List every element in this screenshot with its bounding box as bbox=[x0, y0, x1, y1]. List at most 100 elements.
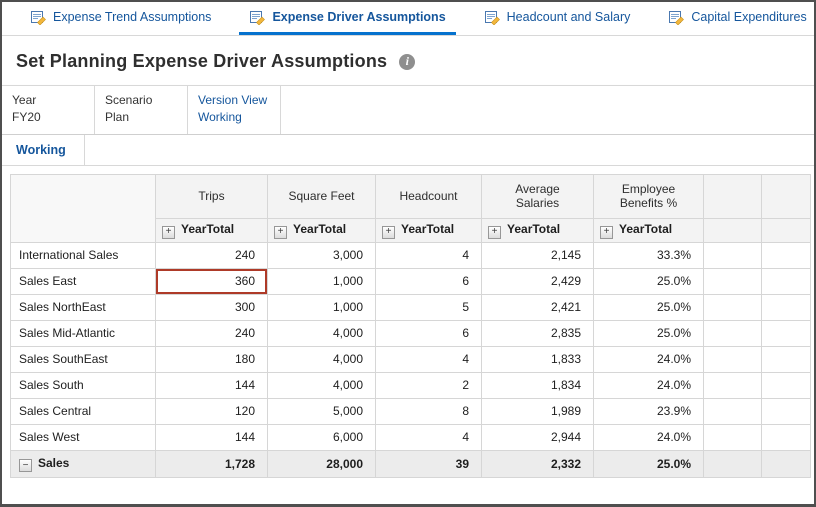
data-cell[interactable]: 8 bbox=[375, 397, 482, 425]
row-header[interactable]: Sales West bbox=[10, 423, 156, 451]
pov-member-value[interactable]: Working bbox=[198, 109, 268, 126]
data-cell[interactable]: 6,000 bbox=[267, 423, 376, 451]
data-cell[interactable]: 1,833 bbox=[481, 345, 594, 373]
subtab-working[interactable]: Working bbox=[2, 134, 85, 165]
data-cell[interactable]: 2 bbox=[375, 371, 482, 399]
table-row: Sales SouthEast 180 4,000 4 1,833 24.0% bbox=[10, 345, 811, 373]
period-header[interactable]: + YearTotal bbox=[481, 217, 594, 243]
data-cell[interactable]: 4,000 bbox=[267, 345, 376, 373]
column-header[interactable]: Average Salaries bbox=[481, 173, 594, 219]
data-cell[interactable]: 1,834 bbox=[481, 371, 594, 399]
data-cell[interactable]: 6 bbox=[375, 319, 482, 347]
data-cell[interactable]: 5 bbox=[375, 293, 482, 321]
data-cell[interactable]: 5,000 bbox=[267, 397, 376, 425]
total-cell[interactable]: 1,728 bbox=[155, 449, 268, 479]
total-cell-empty bbox=[703, 449, 762, 479]
data-cell[interactable]: 144 bbox=[155, 371, 268, 399]
total-cell[interactable]: 25.0% bbox=[593, 449, 704, 479]
period-header[interactable]: + YearTotal bbox=[593, 217, 704, 243]
row-header[interactable]: International Sales bbox=[10, 241, 156, 269]
data-cell[interactable]: 24.0% bbox=[593, 423, 704, 451]
data-cell[interactable]: 24.0% bbox=[593, 345, 704, 373]
info-icon[interactable]: i bbox=[399, 53, 416, 70]
data-cell[interactable]: 25.0% bbox=[593, 267, 704, 295]
data-cell[interactable]: 144 bbox=[155, 423, 268, 451]
row-header[interactable]: Sales NorthEast bbox=[10, 293, 156, 321]
data-cell[interactable]: 25.0% bbox=[593, 319, 704, 347]
data-cell[interactable]: 180 bbox=[155, 345, 268, 373]
data-cell[interactable]: 2,145 bbox=[481, 241, 594, 269]
empty-cell bbox=[761, 423, 811, 451]
empty-cell bbox=[761, 319, 811, 347]
tab-label: Capital Expenditures bbox=[691, 10, 807, 24]
column-header-row: Trips Square Feet Headcount Average Sala… bbox=[10, 173, 811, 243]
tab-headcount-and-salary[interactable]: Headcount and Salary bbox=[474, 2, 641, 35]
title-row: Set Planning Expense Driver Assumptions … bbox=[2, 36, 814, 85]
total-cell[interactable]: 39 bbox=[375, 449, 482, 479]
total-cell[interactable]: 2,332 bbox=[481, 449, 594, 479]
data-cell[interactable]: 4,000 bbox=[267, 319, 376, 347]
expand-icon[interactable]: + bbox=[382, 225, 395, 239]
column-header[interactable]: Headcount bbox=[375, 173, 482, 219]
data-cell[interactable]: 300 bbox=[155, 293, 268, 321]
data-cell[interactable]: 240 bbox=[155, 319, 268, 347]
data-cell[interactable]: 2,421 bbox=[481, 293, 594, 321]
data-cell[interactable]: 2,835 bbox=[481, 319, 594, 347]
tab-expense-trend-assumptions[interactable]: Expense Trend Assumptions bbox=[20, 2, 221, 35]
pov-dimension-label[interactable]: Version View bbox=[198, 92, 268, 109]
period-header-empty bbox=[703, 217, 762, 243]
period-header[interactable]: + YearTotal bbox=[375, 217, 482, 243]
data-cell[interactable]: 4 bbox=[375, 241, 482, 269]
data-cell[interactable]: 6 bbox=[375, 267, 482, 295]
column-header-empty bbox=[761, 173, 811, 219]
pov-member-value: FY20 bbox=[12, 110, 41, 125]
empty-cell bbox=[703, 423, 762, 451]
grid-container: Trips Square Feet Headcount Average Sala… bbox=[10, 173, 811, 479]
row-header[interactable]: Sales Mid-Atlantic bbox=[10, 319, 156, 347]
grid-data-rows: International Sales 240 3,000 4 2,145 33.3% Sa… bbox=[10, 241, 811, 451]
data-cell[interactable]: 4 bbox=[375, 423, 482, 451]
app-window: Expense Trend Assumptions Expense Driver… bbox=[0, 0, 816, 507]
data-cell[interactable]: 240 bbox=[155, 241, 268, 269]
data-cell[interactable]: 25.0% bbox=[593, 293, 704, 321]
pov-year: Year FY20 bbox=[2, 86, 95, 134]
data-cell[interactable]: 1,989 bbox=[481, 397, 594, 425]
period-header[interactable]: + YearTotal bbox=[267, 217, 376, 243]
pov-version-view[interactable]: Version View Working bbox=[188, 86, 281, 134]
page-title: Set Planning Expense Driver Assumptions bbox=[16, 51, 388, 71]
data-cell[interactable]: 4,000 bbox=[267, 371, 376, 399]
selected-data-cell[interactable]: 360 bbox=[155, 267, 268, 295]
pov-dimension-label: Scenario bbox=[105, 93, 153, 107]
column-header[interactable]: Trips bbox=[155, 173, 268, 219]
row-header[interactable]: Sales Central bbox=[10, 397, 156, 425]
data-cell[interactable]: 24.0% bbox=[593, 371, 704, 399]
data-cell[interactable]: 4 bbox=[375, 345, 482, 373]
data-cell[interactable]: 2,429 bbox=[481, 267, 594, 295]
data-cell[interactable]: 33.3% bbox=[593, 241, 704, 269]
expand-icon[interactable]: + bbox=[600, 225, 613, 239]
total-row-header[interactable]: − Sales bbox=[10, 449, 156, 479]
data-cell[interactable]: 2,944 bbox=[481, 423, 594, 451]
period-header[interactable]: + YearTotal bbox=[155, 217, 268, 243]
row-header[interactable]: Sales South bbox=[10, 371, 156, 399]
collapse-icon[interactable]: − bbox=[19, 459, 32, 473]
total-row-label: Sales bbox=[38, 455, 70, 470]
period-label: YearTotal bbox=[181, 222, 235, 237]
data-cell[interactable]: 23.9% bbox=[593, 397, 704, 425]
tab-expense-driver-assumptions[interactable]: Expense Driver Assumptions bbox=[239, 2, 456, 35]
total-cell[interactable]: 28,000 bbox=[267, 449, 376, 479]
expand-icon[interactable]: + bbox=[488, 225, 501, 239]
data-cell[interactable]: 1,000 bbox=[267, 267, 376, 295]
data-cell[interactable]: 3,000 bbox=[267, 241, 376, 269]
expand-icon[interactable]: + bbox=[274, 225, 287, 239]
row-header[interactable]: Sales SouthEast bbox=[10, 345, 156, 373]
column-header[interactable]: Square Feet bbox=[267, 173, 376, 219]
tab-label: Expense Driver Assumptions bbox=[272, 10, 446, 24]
row-header[interactable]: Sales East bbox=[10, 267, 156, 295]
column-header[interactable]: Employee Benefits % bbox=[593, 173, 704, 219]
data-cell[interactable]: 120 bbox=[155, 397, 268, 425]
tab-capital-expenditures[interactable]: Capital Expenditures bbox=[658, 2, 814, 35]
data-cell[interactable]: 1,000 bbox=[267, 293, 376, 321]
pov-bar: Year FY20 Scenario Plan Version View Wor… bbox=[2, 85, 814, 135]
expand-icon[interactable]: + bbox=[162, 225, 175, 239]
